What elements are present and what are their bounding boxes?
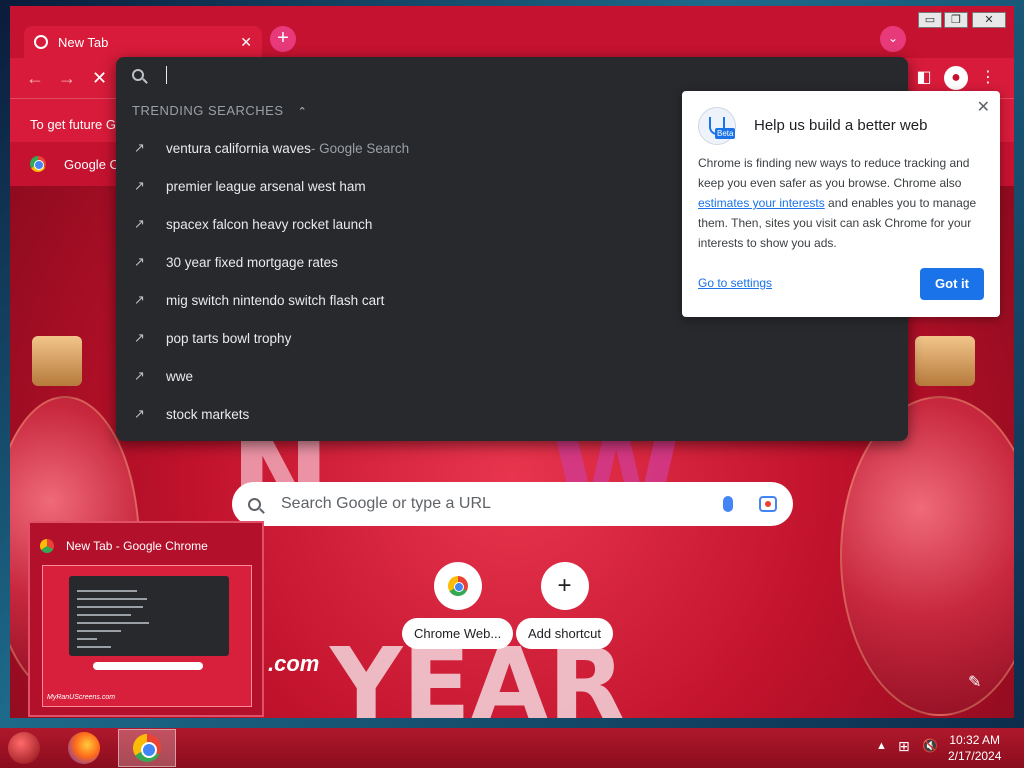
suggestion-text: stock markets bbox=[166, 406, 250, 422]
bubble-title: Help us build a better web bbox=[754, 117, 928, 134]
suggestion-text: ventura california waves bbox=[166, 140, 311, 156]
ornament-right bbox=[840, 396, 1014, 716]
thumbnail-line bbox=[77, 638, 97, 640]
bubble-body: Chrome is finding new ways to reduce tra… bbox=[698, 153, 988, 253]
thumbnail-line bbox=[77, 646, 111, 648]
forward-button[interactable]: → bbox=[58, 68, 76, 89]
windows-taskbar: ▲ ⊞ 🔇 10:32 AM 2/17/2024 bbox=[0, 728, 1024, 768]
wallpaper-text: .com bbox=[268, 651, 320, 676]
volume-muted-icon[interactable]: 🔇 bbox=[922, 738, 938, 754]
suggestion-text: 30 year fixed mortgage rates bbox=[166, 254, 338, 270]
suggestion-item[interactable]: ↗ wwe bbox=[116, 357, 908, 395]
shortcut-label: Add shortcut bbox=[516, 618, 613, 649]
trending-title: TRENDING SEARCHES bbox=[132, 103, 284, 118]
trending-icon: ↗ bbox=[134, 254, 145, 269]
address-bar-input[interactable] bbox=[116, 57, 908, 93]
thumbnail-line bbox=[77, 622, 149, 624]
info-bar-text: To get future G bbox=[30, 117, 116, 132]
shortcut-add[interactable]: + Add shortcut bbox=[516, 562, 613, 649]
chrome-icon bbox=[40, 539, 54, 553]
start-button[interactable] bbox=[8, 732, 40, 764]
add-shortcut-icon: + bbox=[540, 562, 589, 610]
menu-button[interactable]: ⋮ bbox=[976, 66, 1000, 90]
shortcut-label: Chrome Web... bbox=[402, 618, 514, 649]
close-icon[interactable]: ✕ bbox=[977, 97, 990, 117]
thumbnail-line bbox=[77, 606, 143, 608]
thumbnail-line bbox=[77, 614, 131, 616]
tab-new-tab[interactable]: New Tab ✕ bbox=[24, 26, 262, 58]
lens-camera-icon[interactable] bbox=[759, 496, 777, 512]
shortcut-icon-circle bbox=[433, 562, 482, 610]
ornament-cap-left bbox=[32, 336, 82, 386]
thumbnail-searchbox bbox=[93, 662, 203, 670]
text-cursor bbox=[166, 66, 167, 84]
trending-icon: ↗ bbox=[134, 178, 145, 193]
thumbnail-line bbox=[77, 598, 147, 600]
suggestion-item[interactable]: ↗ stock markets bbox=[116, 395, 908, 433]
bookmark-item[interactable]: Google C bbox=[64, 157, 119, 172]
clock-date: 2/17/2024 bbox=[948, 749, 1002, 763]
thumbnail-line bbox=[77, 590, 137, 592]
ornament-cap-right bbox=[915, 336, 975, 386]
title-bar: New Tab ✕ + ⌄ ▭ ❐ ✕ bbox=[10, 6, 1014, 58]
show-hidden-icons-icon[interactable]: ▲ bbox=[876, 740, 887, 752]
suggestion-text: premier league arsenal west ham bbox=[166, 178, 366, 194]
beta-badge: Beta bbox=[715, 128, 736, 139]
suggestion-text: mig switch nintendo switch flash cart bbox=[166, 292, 385, 308]
customize-pencil-icon[interactable]: ✎ bbox=[968, 672, 981, 692]
taskbar-thumbnail[interactable]: New Tab - Google Chrome MyRanUScreens.co… bbox=[28, 521, 264, 717]
restore-button[interactable]: ❐ bbox=[944, 12, 968, 28]
got-it-button[interactable]: Got it bbox=[920, 268, 984, 300]
beta-flask-icon: Beta bbox=[698, 107, 736, 145]
privacy-sandbox-bubble: ✕ Beta Help us build a better web Chrome… bbox=[682, 91, 1000, 317]
thumbnail-title: New Tab - Google Chrome bbox=[66, 539, 208, 553]
tab-favicon-icon bbox=[34, 35, 48, 49]
back-button[interactable]: ← bbox=[26, 68, 44, 89]
thumbnail-line bbox=[77, 630, 121, 632]
ntp-search-box[interactable]: Search Google or type a URL bbox=[232, 482, 793, 526]
tab-close-icon[interactable]: ✕ bbox=[240, 34, 252, 51]
tab-title: New Tab bbox=[58, 34, 109, 50]
trending-icon: ↗ bbox=[134, 368, 145, 383]
go-to-settings-link[interactable]: Go to settings bbox=[698, 276, 772, 290]
chrome-web-store-icon bbox=[447, 576, 468, 596]
chevron-up-icon[interactable]: ⌃ bbox=[298, 106, 308, 118]
firefox-icon[interactable] bbox=[68, 732, 100, 764]
suggestion-text: wwe bbox=[166, 368, 194, 384]
search-icon bbox=[132, 69, 144, 81]
minimize-button[interactable]: ▭ bbox=[918, 12, 942, 28]
new-tab-button[interactable]: + bbox=[270, 26, 296, 52]
suggestion-extra: - Google Search bbox=[310, 140, 410, 156]
profile-avatar[interactable]: ● bbox=[944, 66, 968, 90]
suggestion-item[interactable]: ↗ pop tarts bowl trophy bbox=[116, 319, 908, 357]
thumbnail-dropdown bbox=[69, 576, 229, 656]
suggestion-text: spacex falcon heavy rocket launch bbox=[166, 216, 373, 232]
trending-icon: ↗ bbox=[134, 406, 145, 421]
suggestion-text: pop tarts bowl trophy bbox=[166, 330, 292, 346]
search-icon bbox=[248, 497, 261, 511]
chrome-icon bbox=[133, 734, 161, 762]
clock-time: 10:32 AM bbox=[949, 733, 1001, 747]
tab-search-button[interactable]: ⌄ bbox=[880, 26, 906, 52]
chrome-taskbar-button[interactable] bbox=[118, 729, 176, 767]
trending-icon: ↗ bbox=[134, 330, 145, 345]
trending-header[interactable]: TRENDING SEARCHES ⌃ bbox=[132, 103, 307, 118]
stop-button[interactable]: ✕ bbox=[92, 68, 107, 89]
thumbnail-preview: MyRanUScreens.com bbox=[42, 565, 252, 707]
ntp-search-placeholder[interactable]: Search Google or type a URL bbox=[281, 495, 723, 513]
microphone-icon[interactable] bbox=[723, 496, 733, 512]
trending-icon: ↗ bbox=[134, 216, 145, 231]
shortcut-chrome-web-store[interactable]: Chrome Web... bbox=[402, 562, 514, 649]
side-panel-icon[interactable]: ◧ bbox=[912, 66, 936, 90]
network-icon[interactable]: ⊞ bbox=[898, 738, 910, 755]
trending-icon: ↗ bbox=[134, 140, 145, 155]
thumbnail-header: New Tab - Google Chrome bbox=[40, 539, 208, 553]
thumbnail-site-text: MyRanUScreens.com bbox=[47, 694, 116, 701]
trending-icon: ↗ bbox=[134, 292, 145, 307]
bubble-body-1: Chrome is finding new ways to reduce tra… bbox=[698, 156, 970, 190]
system-clock[interactable]: 10:32 AM 2/17/2024 bbox=[948, 732, 1001, 764]
close-window-button[interactable]: ✕ bbox=[972, 12, 1006, 28]
estimates-interests-link[interactable]: estimates your interests bbox=[698, 196, 825, 210]
chrome-icon bbox=[30, 156, 46, 172]
